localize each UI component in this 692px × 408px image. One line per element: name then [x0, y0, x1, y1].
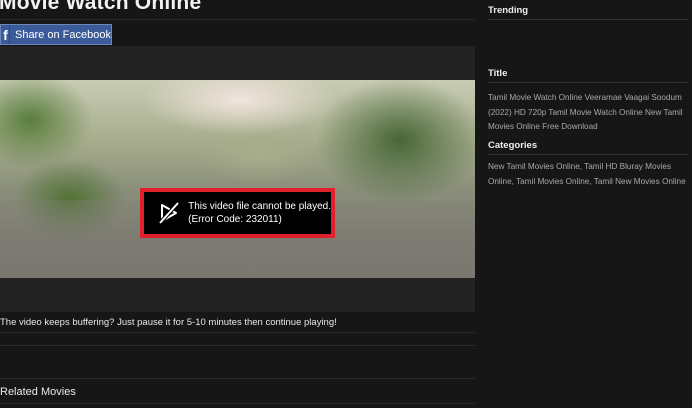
error-line-1: This video file cannot be played. — [188, 201, 331, 212]
divider — [0, 403, 475, 404]
share-facebook-button[interactable]: f Share on Facebook — [0, 24, 112, 45]
divider — [0, 345, 475, 346]
divider — [488, 154, 688, 155]
divider — [0, 19, 475, 20]
buffering-note: The video keeps buffering? Just pause it… — [0, 317, 337, 328]
video-poster[interactable]: This video file cannot be played. (Error… — [0, 80, 475, 278]
main-content: Movie Watch Online f Share on Facebook T… — [0, 0, 475, 408]
divider — [488, 82, 688, 83]
video-error-message: This video file cannot be played. (Error… — [140, 188, 335, 238]
categories-text[interactable]: New Tamil Movies Online, Tamil HD Bluray… — [488, 160, 688, 189]
divider — [488, 19, 688, 20]
trending-heading: Trending — [488, 5, 529, 16]
categories-heading: Categories — [488, 140, 538, 151]
page-title: Movie Watch Online — [0, 0, 202, 14]
facebook-icon: f — [2, 25, 10, 44]
video-blocked-icon — [150, 192, 187, 234]
movie-title-text: Tamil Movie Watch Online Veeramae Vaagai… — [488, 93, 683, 131]
error-code: (Error Code: 232011) — [188, 214, 282, 225]
related-movies-heading: Related Movies — [0, 386, 76, 398]
divider — [0, 332, 475, 333]
sidebar: Trending Title Tamil Movie Watch Online … — [488, 0, 688, 408]
share-button-label: Share on Facebook — [14, 28, 111, 41]
title-heading: Title — [488, 68, 508, 79]
video-player[interactable]: This video file cannot be played. (Error… — [0, 46, 475, 312]
divider — [0, 378, 475, 379]
